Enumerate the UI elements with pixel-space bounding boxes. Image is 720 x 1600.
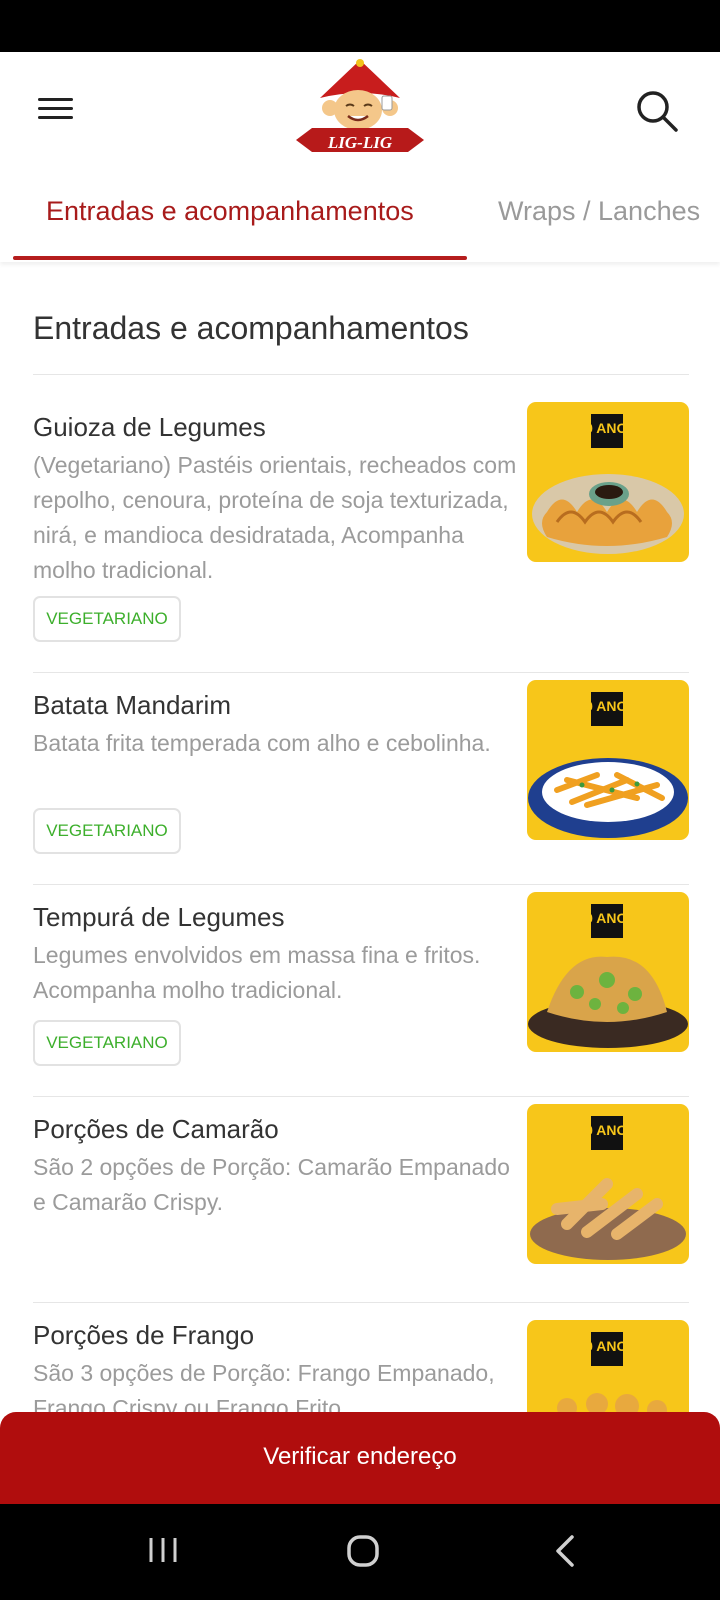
menu-item-camarao[interactable]: Porções de Camarão São 2 opções de Porçã…	[33, 1104, 689, 1294]
item-name: Porções de Frango	[33, 1320, 255, 1350]
item-description: São 3 opções de Porção: Frango Empanado,…	[33, 1360, 495, 1412]
anniversary-badge: 30 ANOS	[577, 698, 636, 714]
system-navigation-bar	[0, 1504, 720, 1600]
item-name: Guioza de Legumes	[33, 412, 266, 442]
item-description: São 2 opções de Porção: Camarão Empanado…	[33, 1154, 510, 1215]
item-photo: 30 ANOS	[527, 892, 689, 1052]
status-bar	[0, 0, 720, 52]
lig-lig-logo: LIG-LIG	[296, 59, 424, 152]
tab-entradas[interactable]: Entradas e acompanhamentos	[46, 196, 414, 227]
divider	[33, 672, 689, 673]
item-name: Porções de Camarão	[33, 1114, 279, 1144]
app-header: LIG-LIG	[0, 52, 720, 168]
section-title: Entradas e acompanhamentos	[33, 310, 469, 346]
vegetarian-badge[interactable]: VEGETARIANO	[33, 1020, 181, 1066]
check-address-button[interactable]: Verificar endereço	[0, 1412, 720, 1504]
menu-item-frango[interactable]: Porções de Frango São 3 opções de Porção…	[33, 1320, 689, 1412]
active-tab-indicator	[13, 256, 467, 260]
item-photo: 30 ANOS	[527, 1320, 689, 1412]
anniversary-badge: 30 ANOS	[577, 420, 636, 436]
anniversary-badge: 30 ANOS	[577, 910, 636, 926]
divider	[33, 1096, 689, 1097]
item-description: Batata frita temperada com alho e ceboli…	[33, 730, 491, 756]
anniversary-badge: 30 ANOS	[577, 1338, 636, 1354]
anniversary-badge: 30 ANOS	[577, 1122, 636, 1138]
home-icon[interactable]	[346, 1534, 380, 1568]
item-photo: 30 ANOS	[527, 402, 689, 562]
vegetarian-badge[interactable]: VEGETARIANO	[33, 596, 181, 642]
tab-wraps-lanches[interactable]: Wraps / Lanches	[498, 196, 700, 227]
recents-icon[interactable]	[146, 1534, 180, 1566]
item-photo: 30 ANOS	[527, 1104, 689, 1264]
back-icon[interactable]	[552, 1534, 580, 1568]
item-description: (Vegetariano) Pastéis orientais, rechead…	[33, 452, 517, 583]
item-photo: 30 ANOS	[527, 680, 689, 840]
item-name: Tempurá de Legumes	[33, 902, 285, 932]
divider	[33, 1302, 689, 1303]
divider	[33, 884, 689, 885]
menu-item-guioza[interactable]: Guioza de Legumes (Vegetariano) Pastéis …	[33, 402, 689, 648]
vegetarian-badge[interactable]: VEGETARIANO	[33, 808, 181, 854]
item-name: Batata Mandarim	[33, 690, 231, 720]
item-description: Legumes envolvidos em massa fina e frito…	[33, 942, 481, 1003]
menu-item-tempura[interactable]: Tempurá de Legumes Legumes envolvidos em…	[33, 892, 689, 1082]
menu-item-batata-mandarim[interactable]: Batata Mandarim Batata frita temperada c…	[33, 680, 689, 870]
search-icon[interactable]	[632, 86, 684, 138]
divider	[33, 374, 689, 375]
category-tabs: Entradas e acompanhamentos Wraps / Lanch…	[0, 168, 720, 262]
hamburger-menu-icon[interactable]	[30, 92, 82, 128]
logo-text: LIG-LIG	[327, 133, 393, 152]
